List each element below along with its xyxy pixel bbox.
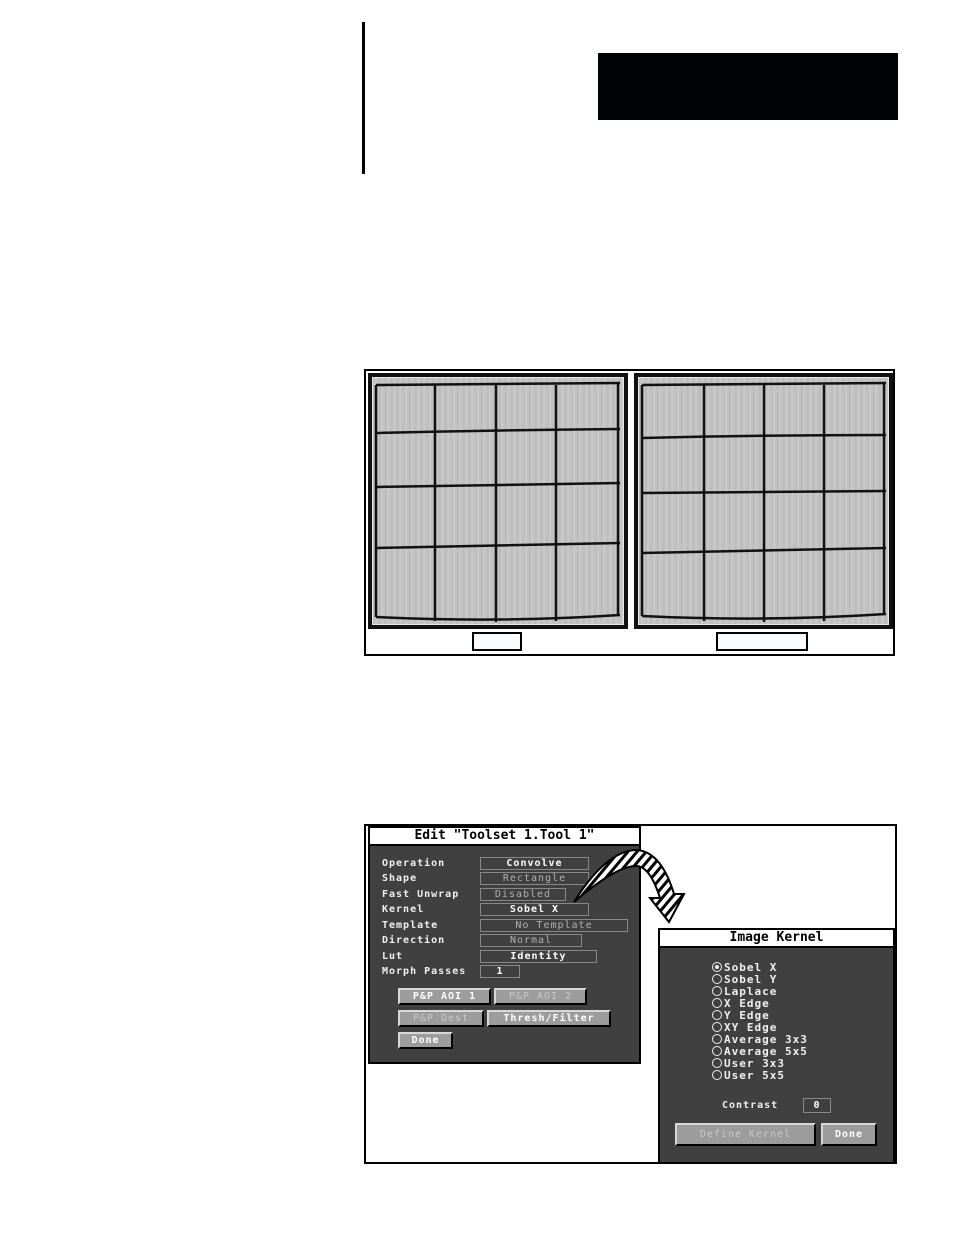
direction-label: Direction <box>382 935 446 946</box>
template-label: Template <box>382 920 439 931</box>
fast-unwrap-label: Fast Unwrap <box>382 889 460 900</box>
shape-label: Shape <box>382 873 418 884</box>
kernel-done-button[interactable]: Done <box>821 1123 877 1146</box>
contrast-field[interactable]: 0 <box>803 1098 831 1113</box>
radio-icon[interactable] <box>712 1034 722 1044</box>
operation-label: Operation <box>382 858 446 869</box>
radio-icon[interactable] <box>712 986 722 996</box>
morph-passes-field[interactable]: 1 <box>480 965 520 978</box>
radio-selected-icon[interactable] <box>712 962 722 972</box>
caption-right <box>716 632 808 651</box>
radio-icon[interactable] <box>712 1058 722 1068</box>
image-kernel-dialog: Image Kernel Sobel X Sobel Y Laplace X E… <box>658 928 895 1164</box>
fast-unwrap-field[interactable]: Disabled <box>480 888 566 901</box>
grid-image-after <box>634 373 893 629</box>
kernel-dialog-title: Image Kernel <box>660 930 893 948</box>
radio-icon[interactable] <box>712 1046 722 1056</box>
edit-done-button[interactable]: Done <box>398 1032 453 1049</box>
radio-icon[interactable] <box>712 1010 722 1020</box>
pp-aoi-1-button[interactable]: P&P AOI 1 <box>398 988 491 1005</box>
caption-left <box>472 632 522 651</box>
kernel-option-user-5x5[interactable]: User 5x5 <box>712 1070 785 1082</box>
lut-label: Lut <box>382 951 404 962</box>
radio-icon[interactable] <box>712 1022 722 1032</box>
curved-hatched-arrow-icon <box>573 848 686 924</box>
pp-aoi-2-button[interactable]: P&P AOI 2 <box>494 988 587 1005</box>
radio-icon[interactable] <box>712 1070 722 1080</box>
define-kernel-button[interactable]: Define Kernel <box>675 1123 816 1146</box>
page-margin-rule <box>362 22 365 174</box>
contrast-label: Contrast <box>722 1100 779 1111</box>
thresh-filter-button[interactable]: Thresh/Filter <box>487 1010 611 1027</box>
chapter-tab <box>598 53 898 120</box>
lut-field[interactable]: Identity <box>480 950 597 963</box>
figure-grid-comparison <box>364 369 895 656</box>
radio-icon[interactable] <box>712 998 722 1008</box>
pp-dest-button[interactable]: P&P Dest <box>398 1010 484 1027</box>
grid-image-before <box>368 373 628 629</box>
morph-passes-label: Morph Passes <box>382 966 467 977</box>
radio-icon[interactable] <box>712 974 722 984</box>
kernel-label: Kernel <box>382 904 425 915</box>
option-label: User 5x5 <box>724 1069 785 1082</box>
figure-dialogs: Edit "Toolset 1.Tool 1" Operation Convol… <box>364 824 897 1164</box>
